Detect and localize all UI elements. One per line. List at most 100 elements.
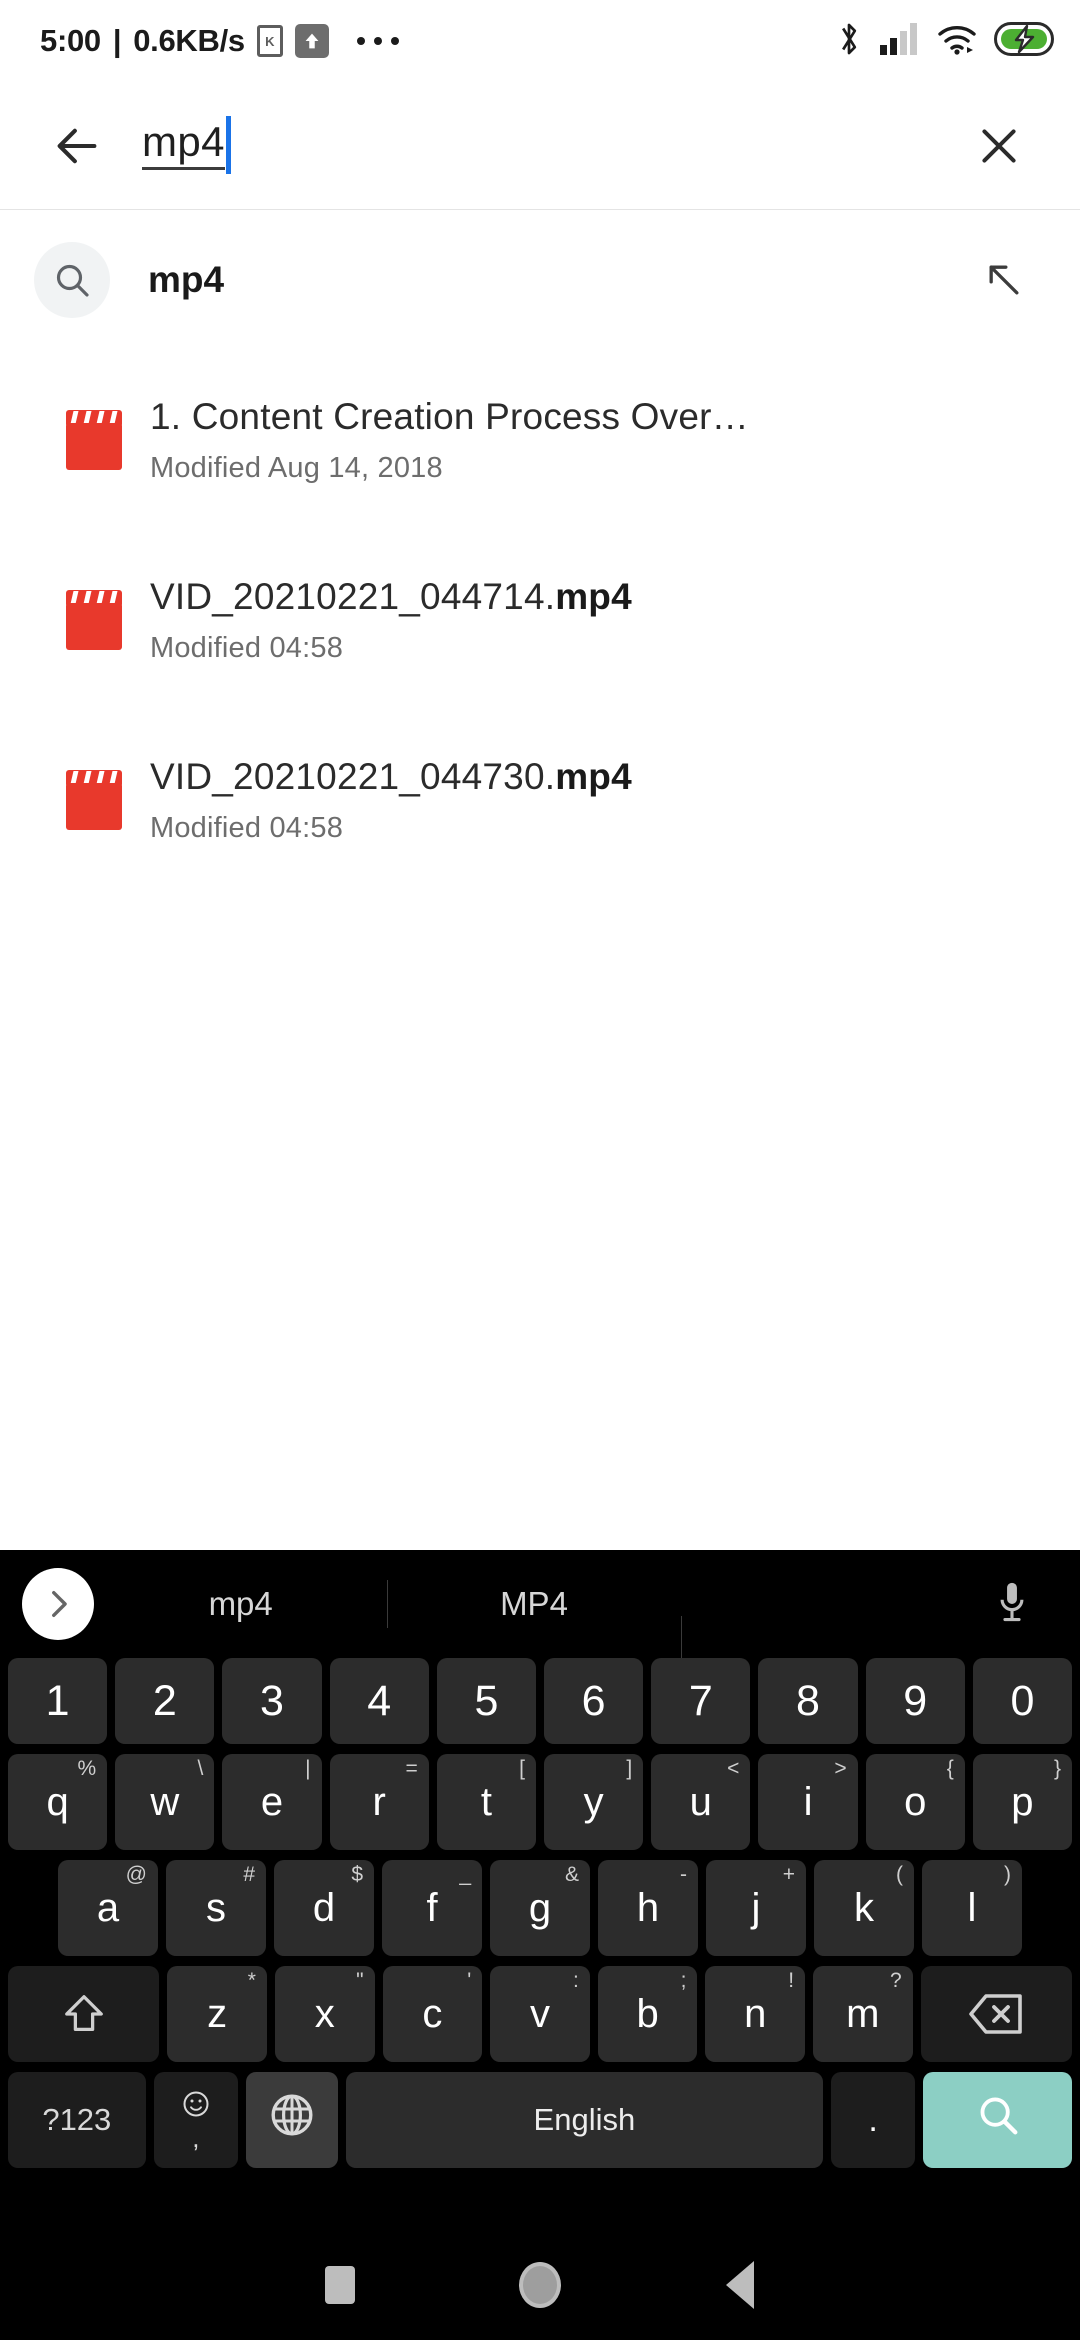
table-row[interactable]: VID_20210221_044714.mp4 Modified 04:58 [0, 530, 1080, 710]
period-key[interactable]: . [830, 2072, 916, 2168]
key-d[interactable]: $ d [274, 1860, 374, 1956]
key-8[interactable]: 8 [758, 1658, 858, 1744]
key-6[interactable]: 6 [544, 1658, 644, 1744]
key-label: v [530, 1991, 550, 2036]
key-label: x [314, 1991, 335, 2036]
key-5[interactable]: 5 [436, 1658, 536, 1744]
key-label: i [803, 1779, 813, 1824]
key-o[interactable]: {o [865, 1754, 965, 1850]
comma-label: , [192, 2123, 200, 2153]
key-alt: + [782, 1863, 795, 1886]
keyboard-row-home: @ a # s $ d _ f & g -h + j (k ) l [4, 1860, 1076, 1956]
key-alt: ( [896, 1863, 903, 1886]
key-l[interactable]: ) l [922, 1860, 1022, 1956]
file-text-block: VID_20210221_044714.mp4 Modified 04:58 [148, 575, 1040, 665]
space-key[interactable]: English [345, 2072, 823, 2168]
suggestion-candidate-0[interactable]: mp4 [94, 1568, 387, 1640]
key-label: t [480, 1779, 492, 1824]
file-name: VID_20210221_044730.mp4 [150, 756, 632, 798]
emoji-key[interactable]: , [153, 2072, 239, 2168]
file-text-block: 1. Content Creation Process Over… Modifi… [148, 395, 1040, 485]
vpn-icon: K [256, 25, 283, 57]
key-s[interactable]: # s [166, 1860, 266, 1956]
key-alt: \ [197, 1757, 204, 1780]
file-name: 1. Content Creation Process Over… [150, 396, 749, 438]
back-button[interactable] [40, 109, 114, 183]
key-label: o [904, 1779, 927, 1824]
key-label: q [46, 1779, 69, 1824]
bluetooth-icon [835, 19, 863, 64]
triangle-back-icon [726, 2261, 754, 2309]
microphone-icon[interactable] [974, 1580, 1050, 1628]
search-header: mp4 [0, 82, 1080, 210]
key-f[interactable]: _ f [382, 1860, 482, 1956]
search-input[interactable]: mp4 [142, 115, 964, 176]
key-2[interactable]: 2 [115, 1658, 215, 1744]
key-z[interactable]: * z [167, 1966, 267, 2062]
key-9[interactable]: 9 [865, 1658, 965, 1744]
key-label: d [312, 1885, 336, 1930]
key-w[interactable]: \ w [115, 1754, 215, 1850]
shift-key[interactable] [7, 1966, 160, 2062]
search-suggestion-row[interactable]: mp4 [0, 210, 1080, 350]
key-u[interactable]: < u [651, 1754, 751, 1850]
key-t[interactable]: [t [436, 1754, 536, 1850]
key-e[interactable]: | e [222, 1754, 322, 1850]
phone-screen: 5:00 | 0.6KB/s K mp4 mp4 1. Content Crea… [0, 0, 1080, 2340]
network-speed: 0.6KB/s [133, 23, 245, 58]
key-label: b [636, 1991, 659, 2036]
key-k[interactable]: (k [814, 1860, 914, 1956]
key-q[interactable]: % q [7, 1754, 108, 1850]
language-switch-key[interactable] [246, 2072, 338, 2168]
suggestion-candidate-1[interactable]: MP4 [387, 1568, 680, 1640]
search-enter-key[interactable] [923, 2072, 1072, 2168]
key-alt: ' [467, 1969, 472, 1992]
clear-search-button[interactable] [964, 111, 1034, 181]
key-b[interactable]: ; b [597, 1966, 698, 2062]
key-4[interactable]: 4 [329, 1658, 429, 1744]
key-label: j [751, 1885, 761, 1930]
text-caret [225, 115, 231, 174]
table-row[interactable]: VID_20210221_044730.mp4 Modified 04:58 [0, 710, 1080, 890]
key-y[interactable]: ] y [544, 1754, 644, 1850]
chevron-right-icon[interactable] [22, 1568, 94, 1640]
key-alt: > [834, 1757, 847, 1780]
key-alt: ; [680, 1969, 687, 1992]
key-3[interactable]: 3 [222, 1658, 322, 1744]
key-i[interactable]: > i [758, 1754, 858, 1850]
key-label: y [583, 1779, 604, 1824]
key-label: c [422, 1991, 443, 2036]
keyboard-row-top: % q \ w | e = r [t ] y < u > i {o } p [4, 1754, 1076, 1850]
table-row[interactable]: 1. Content Creation Process Over… Modifi… [0, 350, 1080, 530]
key-x[interactable]: " x [274, 1966, 375, 2062]
key-label: l [967, 1885, 977, 1930]
key-g[interactable]: & g [490, 1860, 590, 1956]
arrow-up-left-icon[interactable] [974, 250, 1034, 310]
backspace-key[interactable] [920, 1966, 1073, 2062]
key-label: f [426, 1885, 438, 1930]
key-alt: " [356, 1969, 364, 1992]
recents-button[interactable] [240, 2230, 440, 2340]
home-button[interactable] [440, 2230, 640, 2340]
key-r[interactable]: = r [329, 1754, 429, 1850]
status-separator: | [112, 23, 122, 58]
file-modified: Modified 04:58 [150, 631, 344, 664]
cellular-signal-icon [880, 22, 920, 60]
back-button-nav[interactable] [640, 2230, 840, 2340]
key-1[interactable]: 1 [7, 1658, 108, 1744]
key-label: r [372, 1779, 386, 1824]
key-alt: # [243, 1863, 255, 1886]
file-name: VID_20210221_044714.mp4 [150, 576, 632, 618]
key-h[interactable]: -h [598, 1860, 698, 1956]
key-n[interactable]: ! n [705, 1966, 806, 2062]
key-j[interactable]: + j [706, 1860, 806, 1956]
key-label: u [689, 1779, 712, 1824]
key-c[interactable]: ' c [382, 1966, 483, 2062]
key-v[interactable]: :v [490, 1966, 590, 2062]
key-0[interactable]: 0 [972, 1658, 1073, 1744]
symbols-key[interactable]: ?123 [8, 2072, 146, 2168]
key-m[interactable]: ? m [813, 1966, 913, 2062]
key-p[interactable]: } p [972, 1754, 1073, 1850]
key-7[interactable]: 7 [651, 1658, 751, 1744]
key-a[interactable]: @ a [58, 1860, 158, 1956]
